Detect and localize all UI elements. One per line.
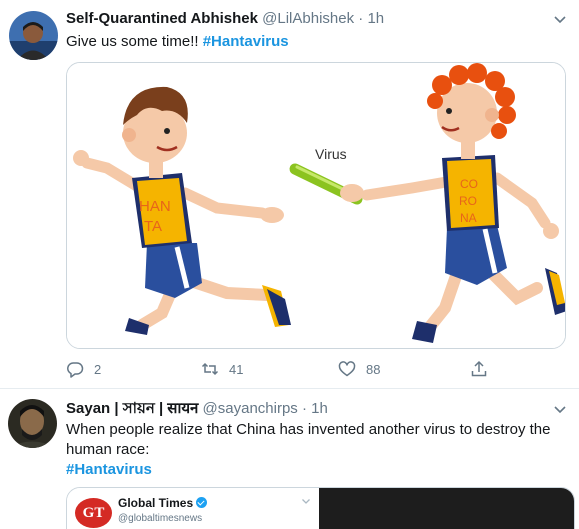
timestamp[interactable]: 1h (311, 400, 328, 417)
tweet[interactable]: Self-Quarantined Abhishek @LilAbhishek ·… (0, 0, 579, 389)
verified-icon (196, 497, 208, 508)
tweet-body: Give us some time!! (66, 33, 203, 50)
timestamp[interactable]: 1h (367, 10, 384, 27)
shirt-text-hanta-2: TA (144, 218, 162, 235)
reply-count: 2 (94, 361, 102, 377)
shirt-text-corona-1: CO (460, 177, 478, 191)
author-name[interactable]: Sayan | সায়ন | सायन (66, 400, 198, 417)
author-handle[interactable]: @LilAbhishek (262, 10, 354, 27)
quoted-tweet-media[interactable] (319, 488, 574, 529)
separator-dot: · (301, 400, 307, 417)
reply-icon (67, 362, 84, 378)
separator-dot: · (358, 10, 364, 27)
tweet-actions: 2 41 88 (66, 358, 506, 380)
retweet-count: 41 (229, 361, 244, 377)
hashtag-link[interactable]: #Hantavirus (203, 33, 289, 50)
tweet-text: Give us some time!! #Hantavirus (66, 32, 566, 52)
tweet-header: Self-Quarantined Abhishek @LilAbhishek ·… (66, 9, 384, 29)
avatar[interactable] (9, 11, 58, 60)
chevron-down-icon (302, 499, 310, 504)
tweet[interactable]: Sayan | সায়ন | सायन @sayanchirps · 1h W… (0, 390, 579, 529)
retweet-icon (201, 362, 219, 376)
like-count: 88 (366, 361, 381, 377)
avatar[interactable] (8, 399, 57, 448)
tweet-body: When people realize that China has inven… (66, 421, 551, 458)
quoted-author-name[interactable]: Global Times (118, 496, 208, 510)
tweet-image[interactable]: HAN TA Virus CO RO NA (66, 62, 566, 349)
quoted-tweet[interactable]: GT Global Times @globaltimesnews (66, 487, 575, 529)
shirt-text-corona-2: RO (459, 194, 477, 208)
reply-button[interactable]: 2 (66, 358, 101, 380)
global-times-logo: GT (75, 498, 112, 528)
quoted-tweet-header: GT Global Times @globaltimesnews (67, 488, 319, 529)
share-icon (471, 360, 487, 377)
tweet-text: When people realize that China has inven… (66, 420, 566, 480)
quoted-author-handle: @globaltimesnews (118, 513, 203, 524)
tweet-header: Sayan | সায়ন | सायन @sayanchirps · 1h (66, 399, 328, 419)
quoted-author-name-text: Global Times (118, 496, 194, 510)
share-button[interactable] (470, 358, 498, 380)
like-button[interactable]: 88 (338, 358, 380, 380)
chevron-down-icon[interactable] (553, 402, 567, 416)
author-handle[interactable]: @sayanchirps (203, 400, 298, 417)
baton-label: Virus (315, 146, 347, 162)
shirt-text-hanta-1: HAN (139, 198, 171, 215)
heart-icon (338, 361, 356, 377)
retweet-button[interactable]: 41 (201, 358, 243, 380)
relay-race-illustration: HAN TA Virus CO RO NA (67, 63, 565, 348)
author-name[interactable]: Self-Quarantined Abhishek (66, 10, 258, 27)
shirt-text-corona-3: NA (460, 211, 477, 225)
chevron-down-icon[interactable] (553, 12, 567, 26)
hashtag-link[interactable]: #Hantavirus (66, 460, 566, 480)
